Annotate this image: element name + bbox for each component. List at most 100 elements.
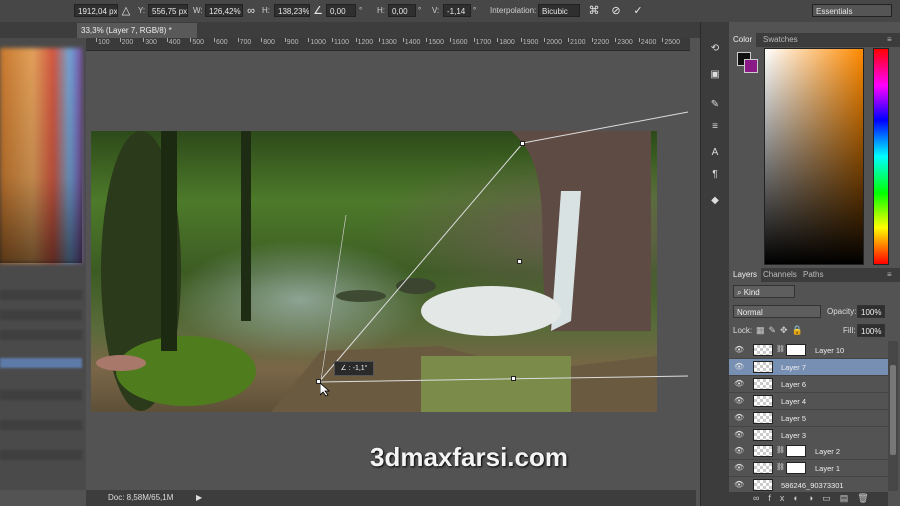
layer-row[interactable]: 👁 ⛓ Layer 1	[729, 460, 888, 478]
chain-link-icon[interactable]: ⛓	[776, 463, 785, 471]
background-color-swatch[interactable]	[744, 59, 758, 73]
warp-icon[interactable]: ⌘	[587, 4, 601, 18]
layer-mask-thumbnail[interactable]	[786, 462, 806, 475]
interpolation-select[interactable]: Bicubic	[538, 4, 580, 17]
ruler-tick-line	[261, 38, 263, 42]
layer-mask-thumbnail[interactable]	[786, 445, 806, 458]
brush-preset-icon[interactable]: ≡	[708, 120, 722, 134]
ruler-tick-line	[332, 38, 333, 42]
ruler-tick-line	[214, 38, 215, 42]
ruler-tick-label: 1400	[404, 39, 421, 46]
blend-mode-select[interactable]: Normal	[733, 305, 821, 318]
interpolation-label: Interpolation:	[490, 6, 537, 15]
tab-paths[interactable]: Paths	[799, 268, 827, 282]
3d-icon[interactable]: ◆	[708, 194, 722, 208]
rotate-field[interactable]: 0,00	[326, 4, 356, 17]
hue-slider[interactable]	[873, 48, 889, 265]
fill-field[interactable]: 100%	[857, 324, 885, 337]
tab-channels[interactable]: Channels	[759, 268, 801, 282]
lock-icons[interactable]: ▦✎✥🔒	[756, 325, 807, 336]
panel-menu-icon[interactable]: ≡	[883, 268, 896, 282]
ruler-tick-label: 900	[286, 39, 299, 46]
filter-kind-label: Kind	[743, 288, 760, 297]
layer-row[interactable]: 👁 Layer 5	[729, 409, 888, 427]
layer-row[interactable]: 👁 ⛓ Layer 10	[729, 342, 888, 359]
layer-name: Layer 4	[781, 396, 807, 406]
layer-filter-select[interactable]: ⌕ Kind	[733, 285, 795, 298]
tab-swatches[interactable]: Swatches	[759, 33, 802, 47]
transform-bounding-box[interactable]	[91, 50, 691, 490]
workspace-select[interactable]: Essentials	[812, 4, 892, 17]
document-tab[interactable]: 33,3% (Layer 7, RGB/8) *	[77, 23, 197, 38]
layers-scroll-thumb[interactable]	[890, 365, 896, 455]
visibility-eye-icon[interactable]: 👁	[734, 430, 744, 440]
transform-handle[interactable]	[511, 376, 516, 381]
brush-icon[interactable]: ✎	[708, 98, 722, 112]
ruler-tick-line	[450, 38, 451, 42]
delta-icon[interactable]: △	[119, 4, 133, 18]
ruler-tick-label: 2400	[640, 39, 657, 46]
lock-label: Lock:	[733, 326, 753, 335]
visibility-eye-icon[interactable]: 👁	[734, 446, 744, 456]
visibility-eye-icon[interactable]: 👁	[734, 379, 744, 389]
transform-handle[interactable]	[517, 259, 522, 264]
blurred-row	[0, 310, 82, 320]
color-field[interactable]	[764, 48, 864, 265]
visibility-eye-icon[interactable]: 👁	[734, 362, 744, 372]
layer-row[interactable]: 👁 Layer 7	[729, 358, 888, 376]
status-arrow-icon[interactable]: ▶	[196, 490, 202, 506]
paragraph-icon[interactable]: ¶	[708, 168, 722, 182]
opacity-field[interactable]: 100%	[857, 305, 885, 318]
layer-row[interactable]: 👁 Layer 4	[729, 392, 888, 410]
x-position-field[interactable]: 1912,04 px	[74, 4, 118, 17]
y-position-field[interactable]: 556,75 px	[148, 4, 188, 17]
blurred-row	[0, 358, 82, 368]
options-bar: 1912,04 px △ Y: 556,75 px W: 126,42% ∞ H…	[0, 0, 900, 23]
layer-row[interactable]: 👁 ⛓ Layer 2	[729, 443, 888, 461]
ruler-tick-line	[355, 38, 357, 42]
ruler-tick-line	[166, 38, 168, 42]
status-bar: Doc: 8,58M/65,1M ▶	[86, 490, 696, 506]
commit-check-icon[interactable]: ✓	[631, 4, 645, 18]
history-icon[interactable]: ⟲	[708, 42, 722, 56]
ruler-tick-line	[402, 38, 404, 42]
degree-symbol: °	[359, 6, 363, 15]
fill-label: Fill:	[843, 326, 856, 335]
h-skew-field[interactable]: 0,00	[388, 4, 416, 17]
ruler-tick-label: 200	[121, 39, 134, 46]
character-icon[interactable]: A	[708, 146, 722, 160]
transform-handle[interactable]	[520, 141, 525, 146]
blurred-row	[0, 330, 82, 340]
v-skew-field[interactable]: -1,14	[443, 4, 471, 17]
visibility-eye-icon[interactable]: 👁	[734, 345, 744, 355]
chain-link-icon[interactable]: ⛓	[776, 345, 785, 353]
tab-layers[interactable]: Layers	[729, 268, 762, 282]
layer-name: Layer 1	[815, 464, 841, 474]
layer-mask-thumbnail[interactable]	[786, 344, 806, 356]
layer-row[interactable]: 👁 Layer 3	[729, 426, 888, 444]
degree-symbol: °	[418, 6, 422, 15]
ruler-tick-line	[237, 38, 239, 42]
chain-link-icon[interactable]: ⛓	[776, 446, 785, 454]
ruler-tick-line	[497, 38, 499, 42]
visibility-eye-icon[interactable]: 👁	[734, 396, 744, 406]
cancel-icon[interactable]: ⊘	[609, 4, 623, 18]
visibility-eye-icon[interactable]: 👁	[734, 480, 744, 490]
ruler-tick-line	[379, 38, 381, 42]
layer-name: Layer 2	[815, 447, 841, 457]
visibility-eye-icon[interactable]: 👁	[734, 463, 744, 473]
doc-size-status: Doc: 8,58M/65,1M	[108, 493, 174, 502]
tab-color[interactable]: Color	[729, 33, 757, 47]
layers-comp-icon[interactable]: ▣	[708, 68, 722, 82]
height-field[interactable]: 138,23%	[274, 4, 310, 17]
layer-row[interactable]: 👁 Layer 6	[729, 375, 888, 393]
visibility-eye-icon[interactable]: 👁	[734, 413, 744, 423]
width-field[interactable]: 126,42%	[205, 4, 243, 17]
layer-footer-icons[interactable]: ∞fx◐◑▭▤🗑	[753, 493, 878, 504]
link-icon[interactable]: ∞	[244, 4, 258, 18]
ruler-tick-line	[568, 38, 569, 42]
width-label: W:	[193, 6, 203, 15]
ruler-tick-line	[615, 38, 617, 42]
panel-menu-icon[interactable]: ≡	[883, 33, 896, 47]
layer-name: Layer 5	[781, 413, 807, 423]
